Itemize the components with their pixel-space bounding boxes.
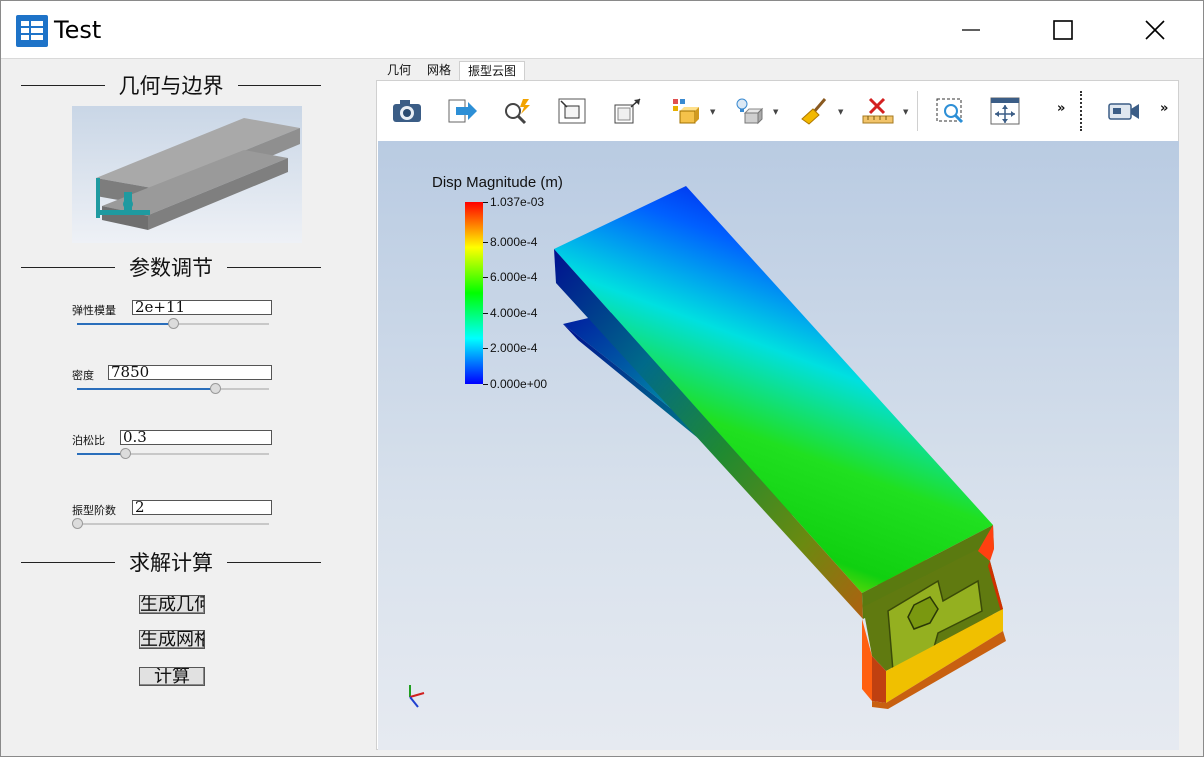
- toolbar-overflow-1[interactable]: »: [1057, 101, 1065, 116]
- geometry-preview-image: [72, 106, 302, 243]
- section-solve: 求解计算: [21, 547, 321, 577]
- close-button[interactable]: [1109, 1, 1201, 59]
- param-label: 弹性模量: [72, 304, 116, 317]
- fit-view-icon[interactable]: [555, 95, 589, 127]
- section-params: 参数调节: [21, 252, 321, 282]
- clear-broom-icon[interactable]: [797, 95, 831, 127]
- toolbar-overflow-2[interactable]: »: [1160, 101, 1168, 116]
- mode-order-input[interactable]: 2: [132, 500, 272, 515]
- elastic-modulus-input[interactable]: 2e+11: [132, 300, 272, 315]
- generate-geometry-button[interactable]: 生成几何: [139, 595, 205, 614]
- section-geometry: 几何与边界: [21, 70, 321, 100]
- legend-tick-label: 1.037e-03: [490, 195, 545, 209]
- legend-tick-label: 2.000e-4: [490, 340, 538, 355]
- orientation-axes-icon: [409, 685, 425, 708]
- view-tabs: 几何 网格 振型云图: [379, 61, 526, 80]
- window-title: Test: [54, 16, 102, 44]
- title-bar: Test: [1, 1, 1203, 59]
- legend-tick-mark: [483, 347, 488, 349]
- zoom-select-icon[interactable]: [500, 95, 534, 127]
- 3d-viewport[interactable]: Disp Magnitude (m) 1.037e-03 8.000e-4 6.00…: [378, 141, 1179, 750]
- section-geometry-label: 几何与边界: [118, 74, 224, 98]
- legend-tick-mark: [483, 313, 488, 315]
- left-panel: 几何与边界 参数调节 弹性模量 2e+11 密度 7850 泊松比 0.3 振型…: [3, 60, 375, 754]
- close-icon: [1145, 20, 1165, 40]
- minimize-button[interactable]: [925, 1, 1017, 59]
- export-arrow-icon[interactable]: [445, 95, 479, 127]
- legend-tick-mark: [483, 276, 488, 278]
- lighting-icon[interactable]: [732, 95, 766, 127]
- legend-tick-label: 0.000e+00: [490, 377, 548, 391]
- section-params-label: 参数调节: [129, 256, 213, 280]
- camera-icon[interactable]: [390, 95, 424, 127]
- measure-ruler-icon[interactable]: [861, 95, 895, 127]
- resize-icon[interactable]: [610, 95, 644, 127]
- poisson-ratio-input[interactable]: 0.3: [120, 430, 272, 445]
- beam-mode-shape-model: [554, 186, 1006, 709]
- legend-tick-label: 6.000e-4: [490, 269, 538, 284]
- tab-mode-shape[interactable]: 振型云图: [459, 61, 526, 80]
- section-solve-label: 求解计算: [129, 551, 213, 575]
- param-label: 泊松比: [72, 434, 105, 447]
- mode-order-slider[interactable]: [72, 518, 269, 529]
- app-icon: [16, 15, 48, 47]
- maximize-button[interactable]: [1017, 1, 1109, 59]
- tab-geometry[interactable]: 几何: [379, 61, 419, 80]
- record-video-icon[interactable]: [1107, 95, 1141, 127]
- param-mode-order: 振型阶数 2: [72, 500, 292, 540]
- param-label: 振型阶数: [72, 504, 116, 517]
- density-input[interactable]: 7850: [108, 365, 272, 380]
- legend-tick-mark: [483, 242, 488, 244]
- legend-tick-mark: [483, 384, 488, 385]
- legend-tick-mark: [483, 202, 488, 203]
- param-density: 密度 7850: [72, 365, 292, 405]
- generate-mesh-button[interactable]: 生成网格: [139, 630, 205, 649]
- legend-tick-label: 4.000e-4: [490, 306, 538, 321]
- legend-color-bar: [465, 202, 483, 384]
- display-mode-icon[interactable]: [669, 95, 703, 127]
- legend-tick-label: 8.000e-4: [490, 235, 538, 250]
- tab-mesh[interactable]: 网格: [419, 61, 459, 80]
- param-poisson-ratio: 泊松比 0.3: [72, 430, 292, 470]
- minimize-icon: [962, 29, 980, 31]
- viewer-panel: ▼ ▼ ▼ ▼ » » Disp Magnitude (m) 1.037e-03…: [376, 80, 1179, 750]
- legend-title: Disp Magnitude (m): [432, 174, 563, 191]
- zoom-region-icon[interactable]: [933, 95, 967, 127]
- maximize-icon: [1053, 20, 1073, 40]
- elastic-modulus-slider[interactable]: [77, 318, 269, 329]
- viewer-toolbar: ▼ ▼ ▼ ▼ » »: [377, 81, 1178, 141]
- app-window: Test 几何与边界 参数调节 弹性模量 2e+11 密度 7850 泊松比 0…: [0, 0, 1204, 757]
- param-label: 密度: [72, 369, 94, 382]
- param-elastic-modulus: 弹性模量 2e+11: [72, 300, 292, 340]
- poisson-ratio-slider[interactable]: [77, 448, 269, 459]
- pan-move-icon[interactable]: [988, 95, 1022, 127]
- density-slider[interactable]: [77, 383, 269, 394]
- compute-button[interactable]: 计算: [139, 667, 205, 686]
